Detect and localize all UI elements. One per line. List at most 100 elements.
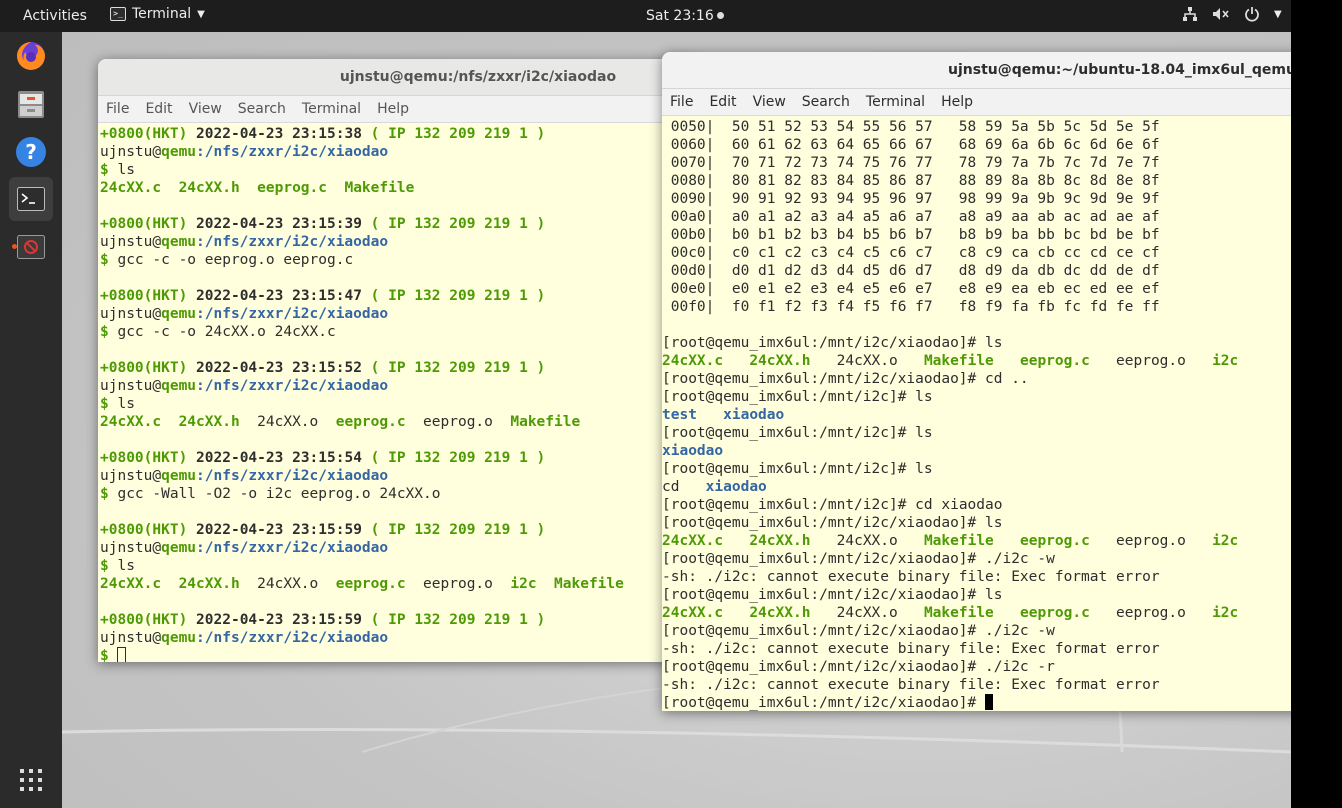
- hexdump-row: 0090| 90 91 92 93 94 95 96 97 98 99 9a 9…: [662, 191, 1160, 207]
- prompt-host: qemu: [161, 630, 197, 646]
- terminal-output[interactable]: 0050| 50 51 52 53 54 55 56 57 58 59 5a 5…: [662, 116, 1291, 711]
- terminal-line: -sh: ./i2c: cannot execute binary file: …: [662, 676, 1291, 694]
- terminal-line: 0080| 80 81 82 83 84 85 86 87 88 89 8a 8…: [662, 172, 1291, 190]
- command: ls: [906, 461, 933, 477]
- menu-item-edit[interactable]: Edit: [709, 94, 736, 110]
- time: 23:15:52: [292, 360, 362, 376]
- window-titlebar[interactable]: ujnstu@qemu:~/ubuntu-18.04_imx6ul_qemu_s…: [662, 52, 1291, 89]
- file-entry: eeprog.o: [1116, 353, 1186, 369]
- terminal-icon: [17, 187, 45, 211]
- command: gcc -Wall -O2 -o i2c eeprog.o 24cXX.o: [117, 486, 441, 502]
- help-icon: ?: [16, 137, 46, 167]
- file-entry: Makefile: [510, 414, 581, 430]
- terminal-window-left[interactable]: ujnstu@qemu:/nfs/zxxr/i2c/xiaodao File Ed…: [98, 59, 698, 662]
- terminal-line: ujnstu@qemu:/nfs/zxxr/i2c/xiaodao: [100, 377, 698, 395]
- terminal-line: xiaodao: [662, 442, 1291, 460]
- terminal-line: +0800(HKT) 2022-04-23 23:15:38 ( IP 132 …: [100, 125, 698, 143]
- ip-info: ( IP 132 209 219 1 ): [370, 126, 546, 142]
- timezone: +0800(HKT): [100, 126, 188, 142]
- time: 23:15:38: [292, 126, 362, 142]
- power-icon: [1245, 7, 1259, 22]
- file-entry: eeprog.c: [1019, 533, 1090, 549]
- window-titlebar[interactable]: ujnstu@qemu:/nfs/zxxr/i2c/xiaodao: [98, 59, 698, 96]
- command: gcc -c -o 24cXX.o 24cXX.c: [117, 324, 336, 340]
- menu-item-terminal[interactable]: Terminal: [866, 94, 925, 110]
- terminal-line: cd xiaodao: [662, 478, 1291, 496]
- menu-item-edit[interactable]: Edit: [145, 101, 172, 117]
- menubar: File Edit View Search Terminal Help: [98, 96, 698, 123]
- terminal-window-right[interactable]: ujnstu@qemu:~/ubuntu-18.04_imx6ul_qemu_s…: [662, 52, 1291, 711]
- terminal-line: ujnstu@qemu:/nfs/zxxr/i2c/xiaodao: [100, 143, 698, 161]
- show-applications-button[interactable]: [13, 762, 49, 798]
- command: cd ..: [976, 371, 1029, 387]
- file-entry: eeprog.o: [423, 414, 493, 430]
- date: 2022-04-23: [196, 522, 284, 538]
- file-entry: Makefile: [923, 605, 994, 621]
- prompt-user: ujnstu@: [100, 630, 162, 646]
- root-prompt: [root@qemu_imx6ul:/mnt/i2c/xiaodao]#: [662, 659, 977, 675]
- terminal-output[interactable]: +0800(HKT) 2022-04-23 23:15:38 ( IP 132 …: [98, 123, 698, 662]
- command: ls: [976, 335, 1003, 351]
- error-message: -sh: ./i2c: cannot execute binary file: …: [662, 641, 1160, 657]
- file-entry: Makefile: [923, 533, 994, 549]
- prompt-user: ujnstu@: [100, 540, 162, 556]
- grid-icon: [20, 769, 42, 791]
- menu-item-view[interactable]: View: [753, 94, 786, 110]
- menu-item-search[interactable]: Search: [238, 101, 286, 117]
- command: gcc -c -o eeprog.o eeprog.c: [117, 252, 354, 268]
- dock: ?: [0, 32, 62, 808]
- terminal-line: [root@qemu_imx6ul:/mnt/i2c/xiaodao]#: [662, 694, 1291, 711]
- menu-item-file[interactable]: File: [670, 94, 693, 110]
- file-entry: test: [662, 407, 697, 423]
- terminal-line: test xiaodao: [662, 406, 1291, 424]
- date: 2022-04-23: [196, 288, 284, 304]
- menu-item-file[interactable]: File: [106, 101, 129, 117]
- menu-item-help[interactable]: Help: [941, 94, 973, 110]
- prompt-symbol: $: [100, 558, 109, 574]
- file-entry: eeprog.c: [335, 576, 406, 592]
- prompt-user: ujnstu@: [100, 234, 162, 250]
- tray-chevron-down-icon: ▼: [1274, 8, 1282, 20]
- prompt-path: :/nfs/zxxr/i2c/xiaodao: [196, 540, 389, 556]
- root-prompt: [root@qemu_imx6ul:/mnt/i2c/xiaodao]#: [662, 695, 977, 711]
- terminal-mini-icon: >_: [110, 7, 126, 21]
- command: ls: [117, 558, 135, 574]
- menu-item-help[interactable]: Help: [377, 101, 409, 117]
- file-entry: eeprog.o: [1116, 533, 1186, 549]
- terminal-line: $ ls: [100, 395, 698, 413]
- menu-item-terminal[interactable]: Terminal: [302, 101, 361, 117]
- app-menu[interactable]: >_ Terminal ▼: [110, 6, 205, 22]
- firefox-launcher[interactable]: [13, 38, 49, 74]
- terminal-launcher[interactable]: [9, 177, 53, 221]
- clock[interactable]: Sat 23:16: [646, 8, 724, 24]
- prompt-path: :/nfs/zxxr/i2c/xiaodao: [196, 630, 389, 646]
- hexdump-row: 0060| 60 61 62 63 64 65 66 67 68 69 6a 6…: [662, 137, 1160, 153]
- prompt-user: ujnstu@: [100, 306, 162, 322]
- system-tray[interactable]: ▼: [1182, 6, 1282, 22]
- prompt-symbol: $: [100, 324, 109, 340]
- hexdump-row: 00b0| b0 b1 b2 b3 b4 b5 b6 b7 b8 b9 ba b…: [662, 227, 1160, 243]
- prompt-host: qemu: [161, 378, 197, 394]
- terminal-line: ujnstu@qemu:/nfs/zxxr/i2c/xiaodao: [100, 539, 698, 557]
- command: [976, 695, 985, 711]
- menu-item-view[interactable]: View: [189, 101, 222, 117]
- terminal-line: [root@qemu_imx6ul:/mnt/i2c/xiaodao]# cd …: [662, 370, 1291, 388]
- terminal-line: [root@qemu_imx6ul:/mnt/i2c]# ls: [662, 388, 1291, 406]
- file-entry: 24cXX.o: [836, 533, 898, 549]
- root-prompt: [root@qemu_imx6ul:/mnt/i2c/xiaodao]#: [662, 371, 977, 387]
- terminal-line: 24cXX.c 24cXX.h 24cXX.o eeprog.c eeprog.…: [100, 413, 698, 431]
- file-entry: 24cXX.h: [178, 180, 240, 196]
- prompt-host: qemu: [161, 540, 197, 556]
- activities-button[interactable]: Activities: [23, 8, 87, 24]
- terminal-line: 0050| 50 51 52 53 54 55 56 57 58 59 5a 5…: [662, 118, 1291, 136]
- terminal-line: 00b0| b0 b1 b2 b3 b4 b5 b6 b7 b8 b9 ba b…: [662, 226, 1291, 244]
- root-prompt: [root@qemu_imx6ul:/mnt/i2c]#: [662, 389, 907, 405]
- help-launcher[interactable]: ?: [13, 134, 49, 170]
- terminal-line: $ gcc -Wall -O2 -o i2c eeprog.o 24cXX.o: [100, 485, 698, 503]
- menu-item-search[interactable]: Search: [802, 94, 850, 110]
- app-launcher[interactable]: [13, 229, 49, 265]
- files-launcher[interactable]: [13, 86, 49, 122]
